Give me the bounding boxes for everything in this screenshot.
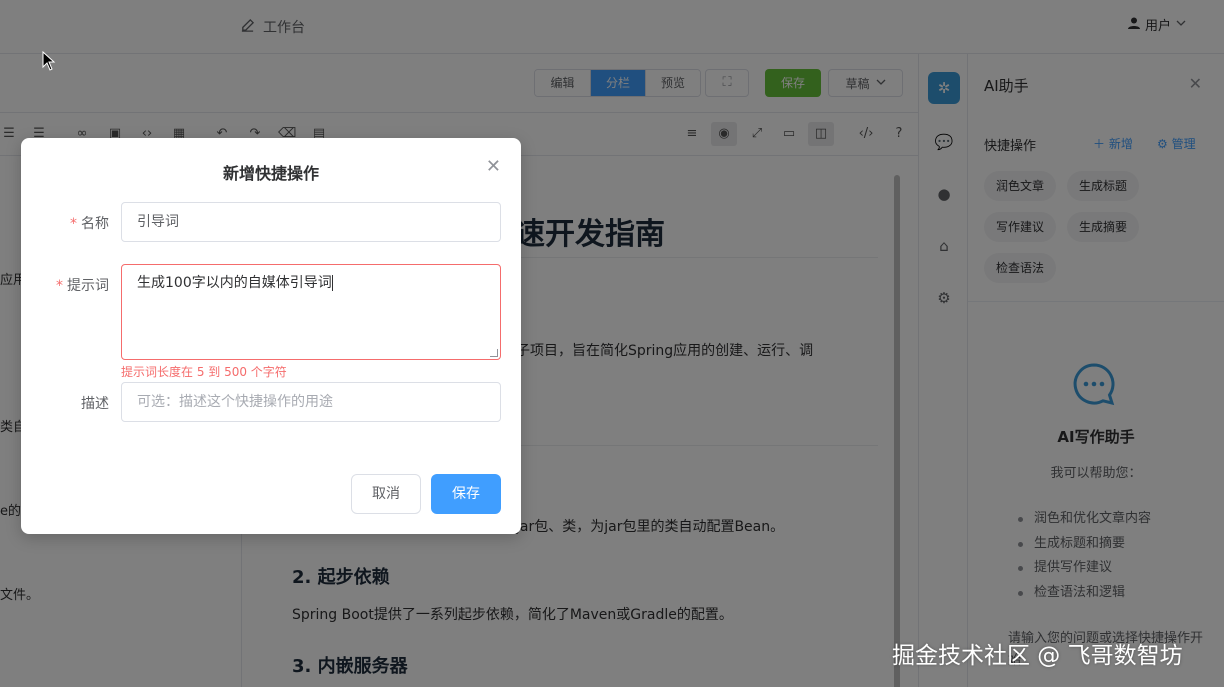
prompt-error-message: 提示词长度在 5 到 500 个字符 bbox=[121, 365, 287, 379]
description-field[interactable]: 可选：描述这个快捷操作的用途 bbox=[121, 382, 501, 422]
cancel-button[interactable]: 取消 bbox=[351, 474, 421, 514]
text-caret bbox=[331, 275, 333, 291]
name-label-text: 名称 bbox=[81, 216, 109, 232]
prompt-textarea[interactable]: 生成100字以内的自媒体引导词 bbox=[121, 264, 501, 360]
desc-label: 描述 bbox=[81, 396, 109, 412]
dialog-title: 新增快捷操作 bbox=[222, 164, 319, 183]
required-mark: * bbox=[56, 278, 63, 294]
required-mark: * bbox=[70, 216, 77, 232]
close-icon[interactable]: ✕ bbox=[486, 156, 501, 177]
add-quick-op-dialog: 新增快捷操作 ✕ * 名称 引导词 * 提示词 生成100字以内的自媒体引导词 提示… bbox=[21, 138, 521, 534]
name-label: * 名称 bbox=[70, 213, 109, 233]
resize-handle-icon[interactable] bbox=[490, 349, 498, 357]
prompt-label: * 提示词 bbox=[56, 275, 109, 295]
watermark: 掘金技术社区 @ 飞哥数智坊 bbox=[892, 643, 1183, 669]
save-button[interactable]: 保存 bbox=[431, 474, 501, 514]
prompt-text: 生成100字以内的自媒体引导词 bbox=[137, 275, 332, 291]
name-field[interactable]: 引导词 bbox=[121, 202, 501, 242]
prompt-label-text: 提示词 bbox=[67, 278, 109, 294]
mouse-cursor-icon bbox=[42, 50, 56, 75]
